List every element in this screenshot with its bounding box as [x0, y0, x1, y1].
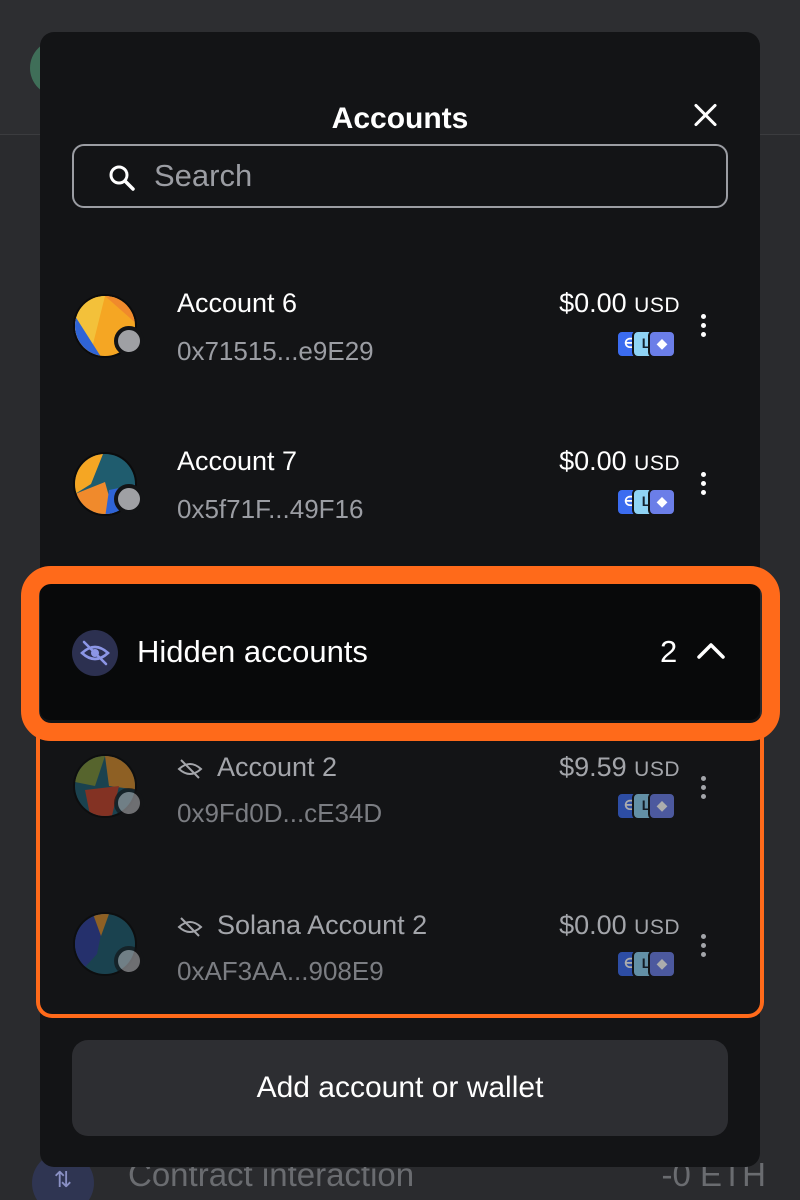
account-address: 0x5f71F...49F16 — [177, 494, 364, 524]
network-badges: ∈ L ◆ — [616, 330, 678, 358]
ethereum-icon: ◆ — [648, 488, 676, 516]
account-balance: $0.00 USD — [559, 446, 680, 477]
add-account-button[interactable]: Add account or wallet — [72, 1040, 728, 1136]
network-badges: ∈ L ◆ — [616, 488, 678, 516]
status-dot — [114, 484, 144, 514]
more-options-icon[interactable] — [699, 472, 707, 500]
status-dot — [114, 326, 144, 356]
ethereum-icon: ◆ — [648, 330, 676, 358]
modal-title: Accounts — [331, 102, 469, 135]
balance-value: $0.00 — [559, 446, 627, 476]
close-icon[interactable] — [692, 102, 718, 128]
more-options-icon[interactable] — [699, 314, 707, 342]
account-name: Account 7 — [177, 446, 298, 476]
search-field[interactable] — [72, 144, 728, 208]
account-balance: $0.00 USD — [559, 288, 680, 319]
balance-value: $0.00 — [559, 288, 627, 318]
account-row[interactable]: Account 6 0x71515...e9E29 $0.00 USD ∈ L … — [40, 262, 760, 392]
balance-currency: USD — [634, 294, 680, 317]
account-row[interactable]: Account 7 0x5f71F...49F16 $0.00 USD ∈ L … — [40, 420, 760, 550]
account-name: Account 6 — [177, 288, 298, 318]
search-input[interactable] — [154, 156, 704, 196]
hidden-accounts-highlight — [36, 730, 764, 1018]
highlight-outline — [21, 566, 780, 741]
search-icon — [109, 165, 135, 191]
account-address: 0x71515...e9E29 — [177, 336, 374, 366]
balance-currency: USD — [634, 452, 680, 475]
